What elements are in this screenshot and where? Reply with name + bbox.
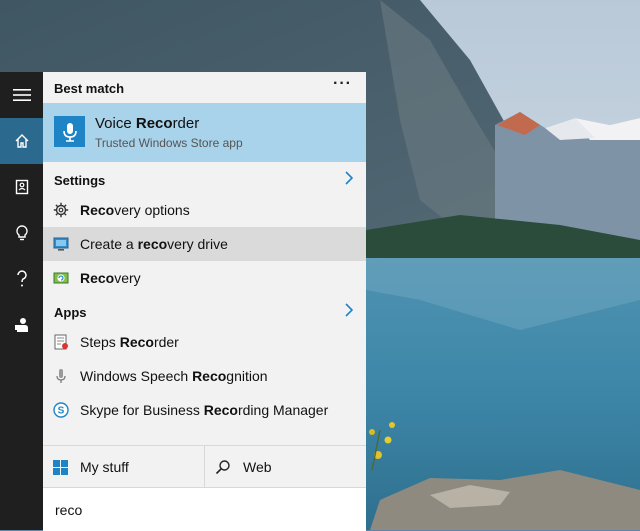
feedback-button[interactable] [0,302,43,348]
settings-item-recovery[interactable]: Recovery [43,261,366,295]
search-scope-bar: My stuff Web [43,445,366,488]
app-item-steps-recorder[interactable]: Steps Recorder [43,325,366,359]
help-button[interactable] [0,256,43,302]
skype-icon: S [53,402,69,418]
web-label: Web [243,459,272,475]
ideas-button[interactable] [0,210,43,256]
home-button[interactable] [0,118,43,164]
svg-text:S: S [58,406,65,417]
app-item-skype-for-business-recording-manager[interactable]: S Skype for Business Recording Manager [43,393,366,427]
notebook-button[interactable] [0,164,43,210]
settings-item-label: Recovery options [80,202,190,218]
search-input[interactable] [53,498,347,522]
best-match-subtitle: Trusted Windows Store app [95,136,243,150]
app-item-label: Windows Speech Recognition [80,368,268,384]
settings-header[interactable]: Settings [43,164,366,194]
windows-logo-icon [53,459,68,475]
best-match-voice-recorder[interactable]: Voice Recorder Trusted Windows Store app [43,103,366,162]
best-match-title: Voice Recorder [95,115,200,132]
hamburger-icon [12,88,31,102]
microphone-icon [53,368,69,384]
my-stuff-label: My stuff [80,459,129,475]
monitor-icon [53,236,69,252]
steps-recorder-icon [53,334,69,350]
apps-header[interactable]: Apps [43,296,366,326]
settings-item-recovery-options[interactable]: Recovery options [43,193,366,227]
lightbulb-icon [14,224,30,242]
my-stuff-button[interactable]: My stuff [43,446,203,488]
voice-recorder-icon [54,116,85,147]
home-icon [14,133,30,149]
app-item-label: Skype for Business Recording Manager [80,402,329,418]
question-icon [15,270,29,288]
notebook-icon [14,179,30,195]
best-match-label: Best match [54,81,125,96]
settings-item-label: Create a recovery drive [80,236,228,252]
search-box[interactable] [43,487,366,531]
more-options-button[interactable]: ··· [333,75,352,93]
search-icon [215,459,231,475]
start-rail [0,72,43,530]
chevron-right-icon [344,170,354,189]
app-item-label: Steps Recorder [80,334,179,350]
chevron-right-icon [344,302,354,321]
settings-item-create-recovery-drive[interactable]: Create a recovery drive [43,227,366,261]
gear-icon [53,202,69,218]
app-item-windows-speech-recognition[interactable]: Windows Speech Recognition [43,359,366,393]
best-match-header: Best match ··· [43,72,366,102]
menu-button[interactable] [0,72,43,118]
search-results-panel: Best match ··· Voice Recorder Trusted Wi… [43,72,366,531]
recovery-icon [53,270,69,286]
apps-label: Apps [54,305,87,320]
settings-item-label: Recovery [80,270,141,286]
settings-label: Settings [54,173,106,188]
feedback-icon [14,317,30,333]
web-button[interactable]: Web [204,446,367,488]
